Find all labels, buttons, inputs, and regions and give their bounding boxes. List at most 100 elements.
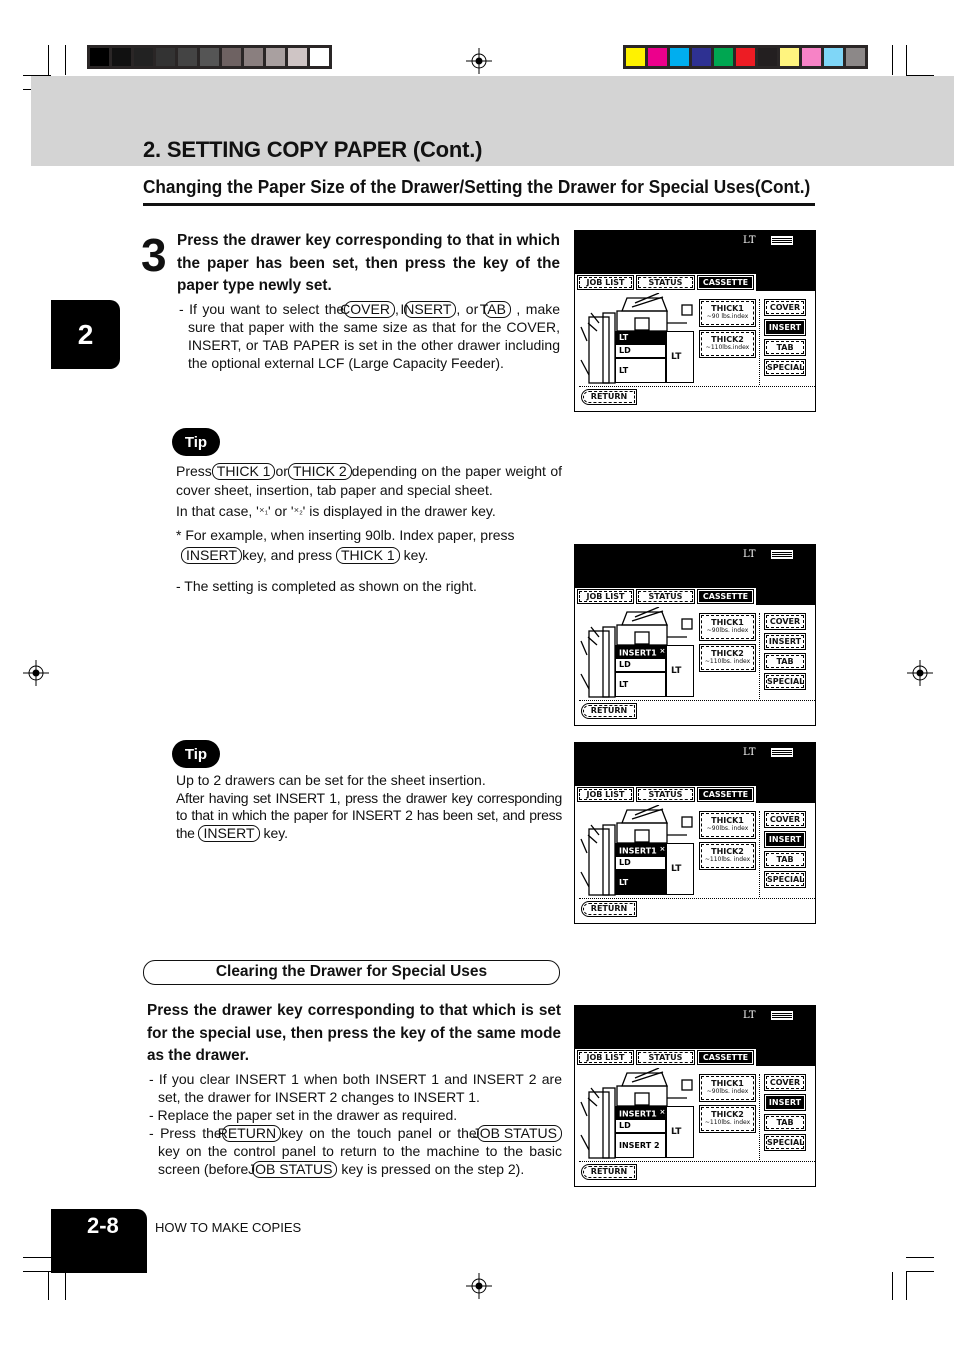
color-swatch [714, 48, 733, 66]
text: key on the touch panel or the [281, 1125, 477, 1141]
drawer-key[interactable]: LD [615, 658, 666, 672]
drawer-key[interactable]: INSERT1 ⨯1 [615, 843, 669, 856]
thick2-button[interactable]: THICK2 ~110lbs. index [699, 842, 756, 870]
button-label: THICK1 [711, 618, 744, 627]
mode-special-button[interactable]: SPECIAL [764, 673, 806, 690]
crop-mark [65, 1272, 66, 1300]
tab-status[interactable]: STATUS [636, 589, 695, 604]
mode-tab-button[interactable]: TAB [764, 653, 806, 670]
tab-cassette[interactable]: CASSETTE [697, 589, 754, 604]
color-swatch [736, 48, 755, 66]
mode-cover-button[interactable]: COVER [764, 613, 806, 630]
drawer-label: INSERT 2 [619, 1141, 660, 1150]
mode-special-button[interactable]: SPECIAL [764, 1134, 806, 1151]
drawer-label: LT [619, 333, 629, 342]
text: - Press the [149, 1125, 222, 1141]
drawer-label: LD [619, 858, 631, 867]
tab-cassette[interactable]: CASSETTE [697, 787, 754, 802]
crop-mark [892, 1272, 893, 1300]
drawer-key[interactable]: LD [615, 344, 666, 358]
text: , [394, 301, 399, 317]
button-label: THICK1 [711, 816, 744, 825]
divider [759, 299, 760, 385]
lcf-drawer-key[interactable]: LT [666, 843, 694, 895]
drawer-label: LD [619, 660, 631, 669]
mode-insert-button[interactable]: INSERT [764, 831, 806, 848]
return-button[interactable]: RETURN [581, 1164, 637, 1180]
mode-special-button[interactable]: SPECIAL [764, 871, 806, 888]
color-swatch [648, 48, 667, 66]
tab-status[interactable]: STATUS [636, 787, 695, 802]
paper-size: LT [743, 235, 756, 246]
mode-tab-button[interactable]: TAB [764, 851, 806, 868]
thick1-button[interactable]: THICK1 ~90lbs. index [699, 613, 756, 641]
drawer-key[interactable]: LT [615, 672, 666, 697]
drawer-key[interactable]: LD [615, 1119, 666, 1133]
tab-cassette[interactable]: CASSETTE [697, 275, 754, 290]
button-label: THICK2 [711, 649, 744, 658]
button-sublabel: ~110lbs. index [704, 856, 751, 863]
drawer-key[interactable]: INSERT1 ⨯1 [615, 645, 669, 658]
mode-tab-button[interactable]: TAB [764, 339, 806, 356]
grayscale-bar [87, 45, 332, 69]
drawer-key[interactable]: LD [615, 856, 666, 870]
drawer-key[interactable]: INSERT1 ⨯1 [615, 1106, 669, 1119]
menu-icon [771, 1011, 793, 1020]
touch-panel-screen: LT JOB LIST STATUS CASSETTE INSERT1 ⨯1 LD LT… [574, 742, 816, 924]
mode-insert-button[interactable]: INSERT [764, 319, 806, 336]
drawer-key[interactable]: LT [615, 358, 666, 383]
footer-label: HOW TO MAKE COPIES [155, 1220, 302, 1235]
return-button[interactable]: RETURN [581, 901, 637, 917]
text: ' is displayed in the drawer key. [302, 503, 496, 520]
tab-job-list[interactable]: JOB LIST [577, 1050, 634, 1065]
color-swatch [692, 48, 711, 66]
text: key. [263, 824, 289, 841]
return-button[interactable]: RETURN [581, 389, 637, 405]
mode-tab-button[interactable]: TAB [764, 1114, 806, 1131]
color-swatch [824, 48, 843, 66]
tab-job-list[interactable]: JOB LIST [577, 589, 634, 604]
crop-mark [65, 45, 66, 75]
page-title: 2. SETTING COPY PAPER (Cont.) [143, 137, 483, 162]
drawer-key[interactable]: INSERT 2 [615, 1133, 666, 1158]
text: key. [403, 547, 429, 564]
color-swatch [846, 48, 865, 66]
mode-insert-button[interactable]: INSERT [764, 633, 806, 650]
mode-insert-button[interactable]: INSERT [764, 1094, 806, 1111]
tab-cassette[interactable]: CASSETTE [697, 1050, 754, 1065]
thick2-button[interactable]: THICK2 ~110lbs. index [699, 644, 756, 672]
cover-key: COVER [340, 301, 395, 318]
thick-symbol-icon: ⨯2 [293, 507, 303, 517]
drawer-label: LT [619, 366, 629, 375]
button-label: THICK2 [711, 335, 744, 344]
mode-cover-button[interactable]: COVER [764, 1074, 806, 1091]
divider [759, 1074, 760, 1160]
thick2-button[interactable]: THICK2 ~110lbs. index [699, 1105, 756, 1133]
thick1-button[interactable]: THICK1 ~90lbs. index [699, 811, 756, 839]
crop-mark [906, 1257, 934, 1258]
thick1-button[interactable]: THICK1 ~90 lbs.index [699, 299, 756, 327]
text: or [275, 463, 288, 479]
tab-job-list[interactable]: JOB LIST [577, 787, 634, 802]
text: In that case, ' [176, 503, 259, 520]
drawer-key[interactable]: LT [615, 870, 666, 895]
thick1-button[interactable]: THICK1 ~90lbs. index [699, 1074, 756, 1102]
text: key is pressed on the step 2). [341, 1161, 525, 1177]
step-note: - If you want to select theCOVER, INSERT… [179, 300, 560, 372]
lcf-drawer-key[interactable]: LT [666, 1106, 694, 1158]
mode-cover-button[interactable]: COVER [764, 299, 806, 316]
tab-status[interactable]: STATUS [636, 1050, 695, 1065]
crop-mark [906, 45, 907, 75]
thick2-button[interactable]: THICK2 ~110lbs.index [699, 330, 756, 358]
mode-special-button[interactable]: SPECIAL [764, 359, 806, 376]
tab-status[interactable]: STATUS [636, 275, 695, 290]
text: ' or ' [267, 503, 294, 520]
drawer-key[interactable]: LT [615, 331, 666, 344]
mode-cover-button[interactable]: COVER [764, 811, 806, 828]
touch-panel-screen: LT JOB LIST STATUS CASSETTE LT LD LT LT THICK1… [574, 230, 816, 412]
lcf-drawer-key[interactable]: LT [666, 331, 694, 383]
tab-job-list[interactable]: JOB LIST [577, 275, 634, 290]
lcf-drawer-key[interactable]: LT [666, 645, 694, 697]
page-number: 2-8 [51, 1209, 147, 1273]
return-button[interactable]: RETURN [581, 703, 637, 719]
